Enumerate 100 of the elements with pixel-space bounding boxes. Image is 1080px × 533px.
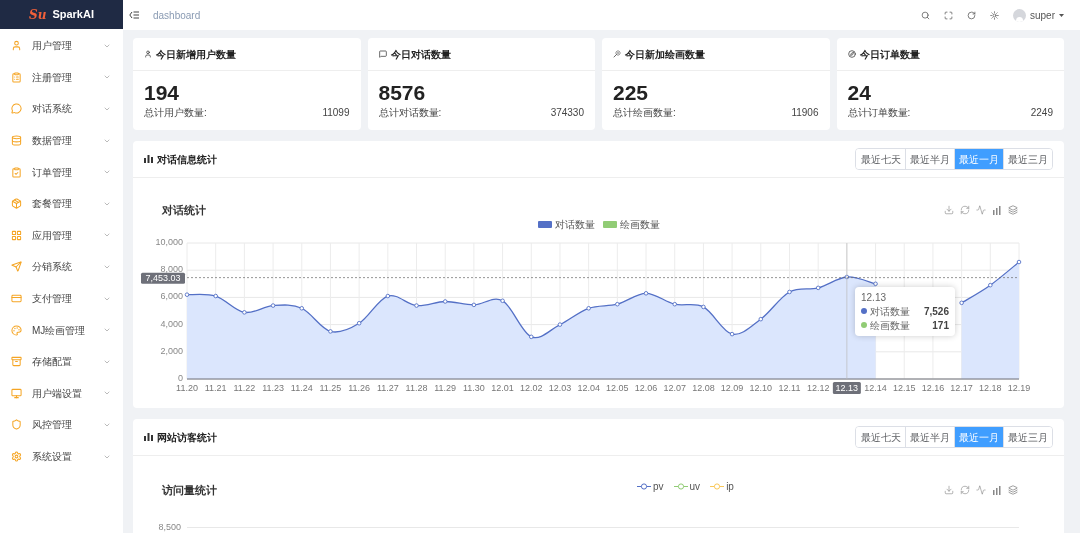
stat-value: 225 — [613, 81, 650, 105]
avatar[interactable] — [1013, 8, 1026, 22]
caret-icon[interactable] — [1059, 13, 1064, 17]
refresh-icon[interactable] — [960, 205, 970, 216]
data-point — [959, 300, 964, 305]
sidebar-label: 系统设置 — [32, 450, 73, 464]
settings-icon — [11, 451, 22, 462]
bar-chart-icon — [144, 433, 153, 441]
card-title: 今日对话数量 — [390, 47, 451, 62]
axis-tick-label: 12.18 — [979, 382, 1002, 393]
refresh-icon[interactable] — [960, 485, 970, 496]
sidebar-item[interactable]: 存储配置 — [0, 345, 123, 378]
user-name[interactable]: super — [1030, 7, 1055, 23]
sidebar-item[interactable]: MJ绘画管理 — [0, 314, 123, 346]
package-icon — [11, 198, 22, 210]
total-value: 2249 — [1030, 106, 1053, 120]
data-point — [414, 302, 419, 308]
axis-tick-label: 11.26 — [348, 382, 371, 393]
axis-tick-label: 12.10 — [749, 382, 773, 393]
crosshair-label: 7,453.03 — [141, 272, 185, 284]
axis-tick-label: 4,000 — [160, 318, 183, 329]
paper-plane-icon — [11, 261, 22, 273]
axis-tick-label: 11.20 — [176, 382, 198, 393]
axis-tick-label: 12.14 — [864, 382, 887, 393]
axis-tick-label: 12.12 — [806, 382, 830, 393]
sidebar-item[interactable]: 订单管理 — [0, 156, 123, 188]
checklist-icon — [11, 166, 22, 178]
card-title: 今日订单数量 — [859, 47, 920, 62]
stat-value: 194 — [144, 81, 181, 105]
axis-tick-label: 12.02 — [520, 382, 543, 393]
axis-tick-label: 12.04 — [577, 382, 600, 393]
sidebar-label: 对话系统 — [32, 102, 73, 117]
sidebar-item[interactable]: 风控管理 — [0, 409, 123, 441]
sidebar-item[interactable]: 用户管理 — [0, 30, 123, 62]
sidebar-label: 用户管理 — [32, 39, 73, 54]
bar-chart-icon — [144, 155, 153, 163]
axis-tick-label: 8,000 — [160, 263, 183, 274]
user-icon — [144, 50, 152, 58]
panel-title: 对话信息统计 — [157, 152, 217, 167]
axis-tick-label: 12.08 — [692, 382, 715, 393]
ref-line-label: 7,453.03 — [145, 272, 181, 283]
data-point — [529, 334, 534, 339]
total-label: 总计订单数量: — [847, 106, 911, 120]
data-point — [242, 309, 247, 315]
line-chart-icon[interactable] — [976, 485, 986, 496]
data-point — [385, 293, 391, 298]
sidebar-label: 订单管理 — [32, 165, 73, 180]
data-point — [442, 298, 448, 304]
axis-tick-label: 12.16 — [921, 382, 945, 393]
card-title: 今日新加绘画数量 — [625, 47, 705, 62]
axis-tick-label: 11.25 — [319, 382, 342, 393]
range-button[interactable]: 最近三月 — [1003, 149, 1052, 169]
data-point — [557, 321, 563, 327]
total-label: 总计对话数量: — [378, 106, 442, 120]
total-value: 11099 — [322, 106, 350, 120]
sidebar-item[interactable]: 数据管理 — [0, 124, 123, 157]
axis-tick-label: 11.23 — [262, 382, 284, 393]
legend-label[interactable]: 绘画数量 — [619, 217, 660, 232]
legend-label[interactable]: 对话数量 — [554, 217, 595, 232]
sidebar-item[interactable]: 对话系统 — [0, 93, 123, 125]
data-point — [988, 282, 993, 287]
sidebar-item[interactable]: 分销系统 — [0, 251, 123, 283]
logo-text: SparkAI — [52, 7, 94, 23]
download-icon[interactable] — [944, 205, 954, 216]
layers-icon[interactable] — [1008, 205, 1018, 216]
data-point — [328, 328, 333, 334]
axis-tick-label: 2,000 — [160, 345, 183, 356]
range-button[interactable]: 最近三月 — [1003, 427, 1052, 447]
palette-icon — [11, 324, 22, 336]
sun-icon[interactable] — [990, 10, 999, 20]
data-point — [815, 285, 821, 290]
bar-chart-icon[interactable] — [992, 205, 1002, 216]
sidebar-item[interactable]: 系统设置 — [0, 440, 123, 473]
collapse-menu-icon[interactable] — [129, 11, 139, 19]
sidebar-item[interactable]: 支付管理 — [0, 282, 123, 315]
download-icon[interactable] — [944, 485, 954, 496]
axis-tick-label: 11.28 — [405, 382, 428, 393]
axis-tick-label: 12.03 — [548, 382, 572, 393]
legend-label[interactable]: pv — [653, 478, 664, 494]
line-chart-icon[interactable] — [976, 205, 986, 216]
search-icon[interactable] — [921, 10, 930, 20]
sidebar-label: 数据管理 — [32, 134, 73, 149]
data-point — [643, 290, 649, 296]
credit-card-icon — [11, 293, 22, 305]
shield-icon — [11, 419, 22, 431]
chart-title: 访问量统计 — [162, 483, 217, 498]
bar-chart-icon[interactable] — [992, 485, 1002, 496]
data-point — [729, 331, 735, 336]
axis-tick-label: 12.15 — [893, 382, 916, 393]
sidebar-item[interactable]: 注册管理 — [0, 61, 123, 94]
fullscreen-icon[interactable] — [944, 10, 953, 20]
data-point — [356, 320, 362, 325]
legend-label[interactable]: ip — [726, 478, 734, 494]
sidebar-item[interactable]: 应用管理 — [0, 219, 123, 252]
sidebar-item[interactable]: 套餐管理 — [0, 187, 123, 220]
layers-icon[interactable] — [1008, 485, 1018, 496]
data-point — [471, 302, 477, 307]
sidebar-item[interactable]: 用户端设置 — [0, 377, 123, 410]
legend-label[interactable]: uv — [689, 478, 701, 494]
refresh-icon[interactable] — [967, 10, 976, 20]
